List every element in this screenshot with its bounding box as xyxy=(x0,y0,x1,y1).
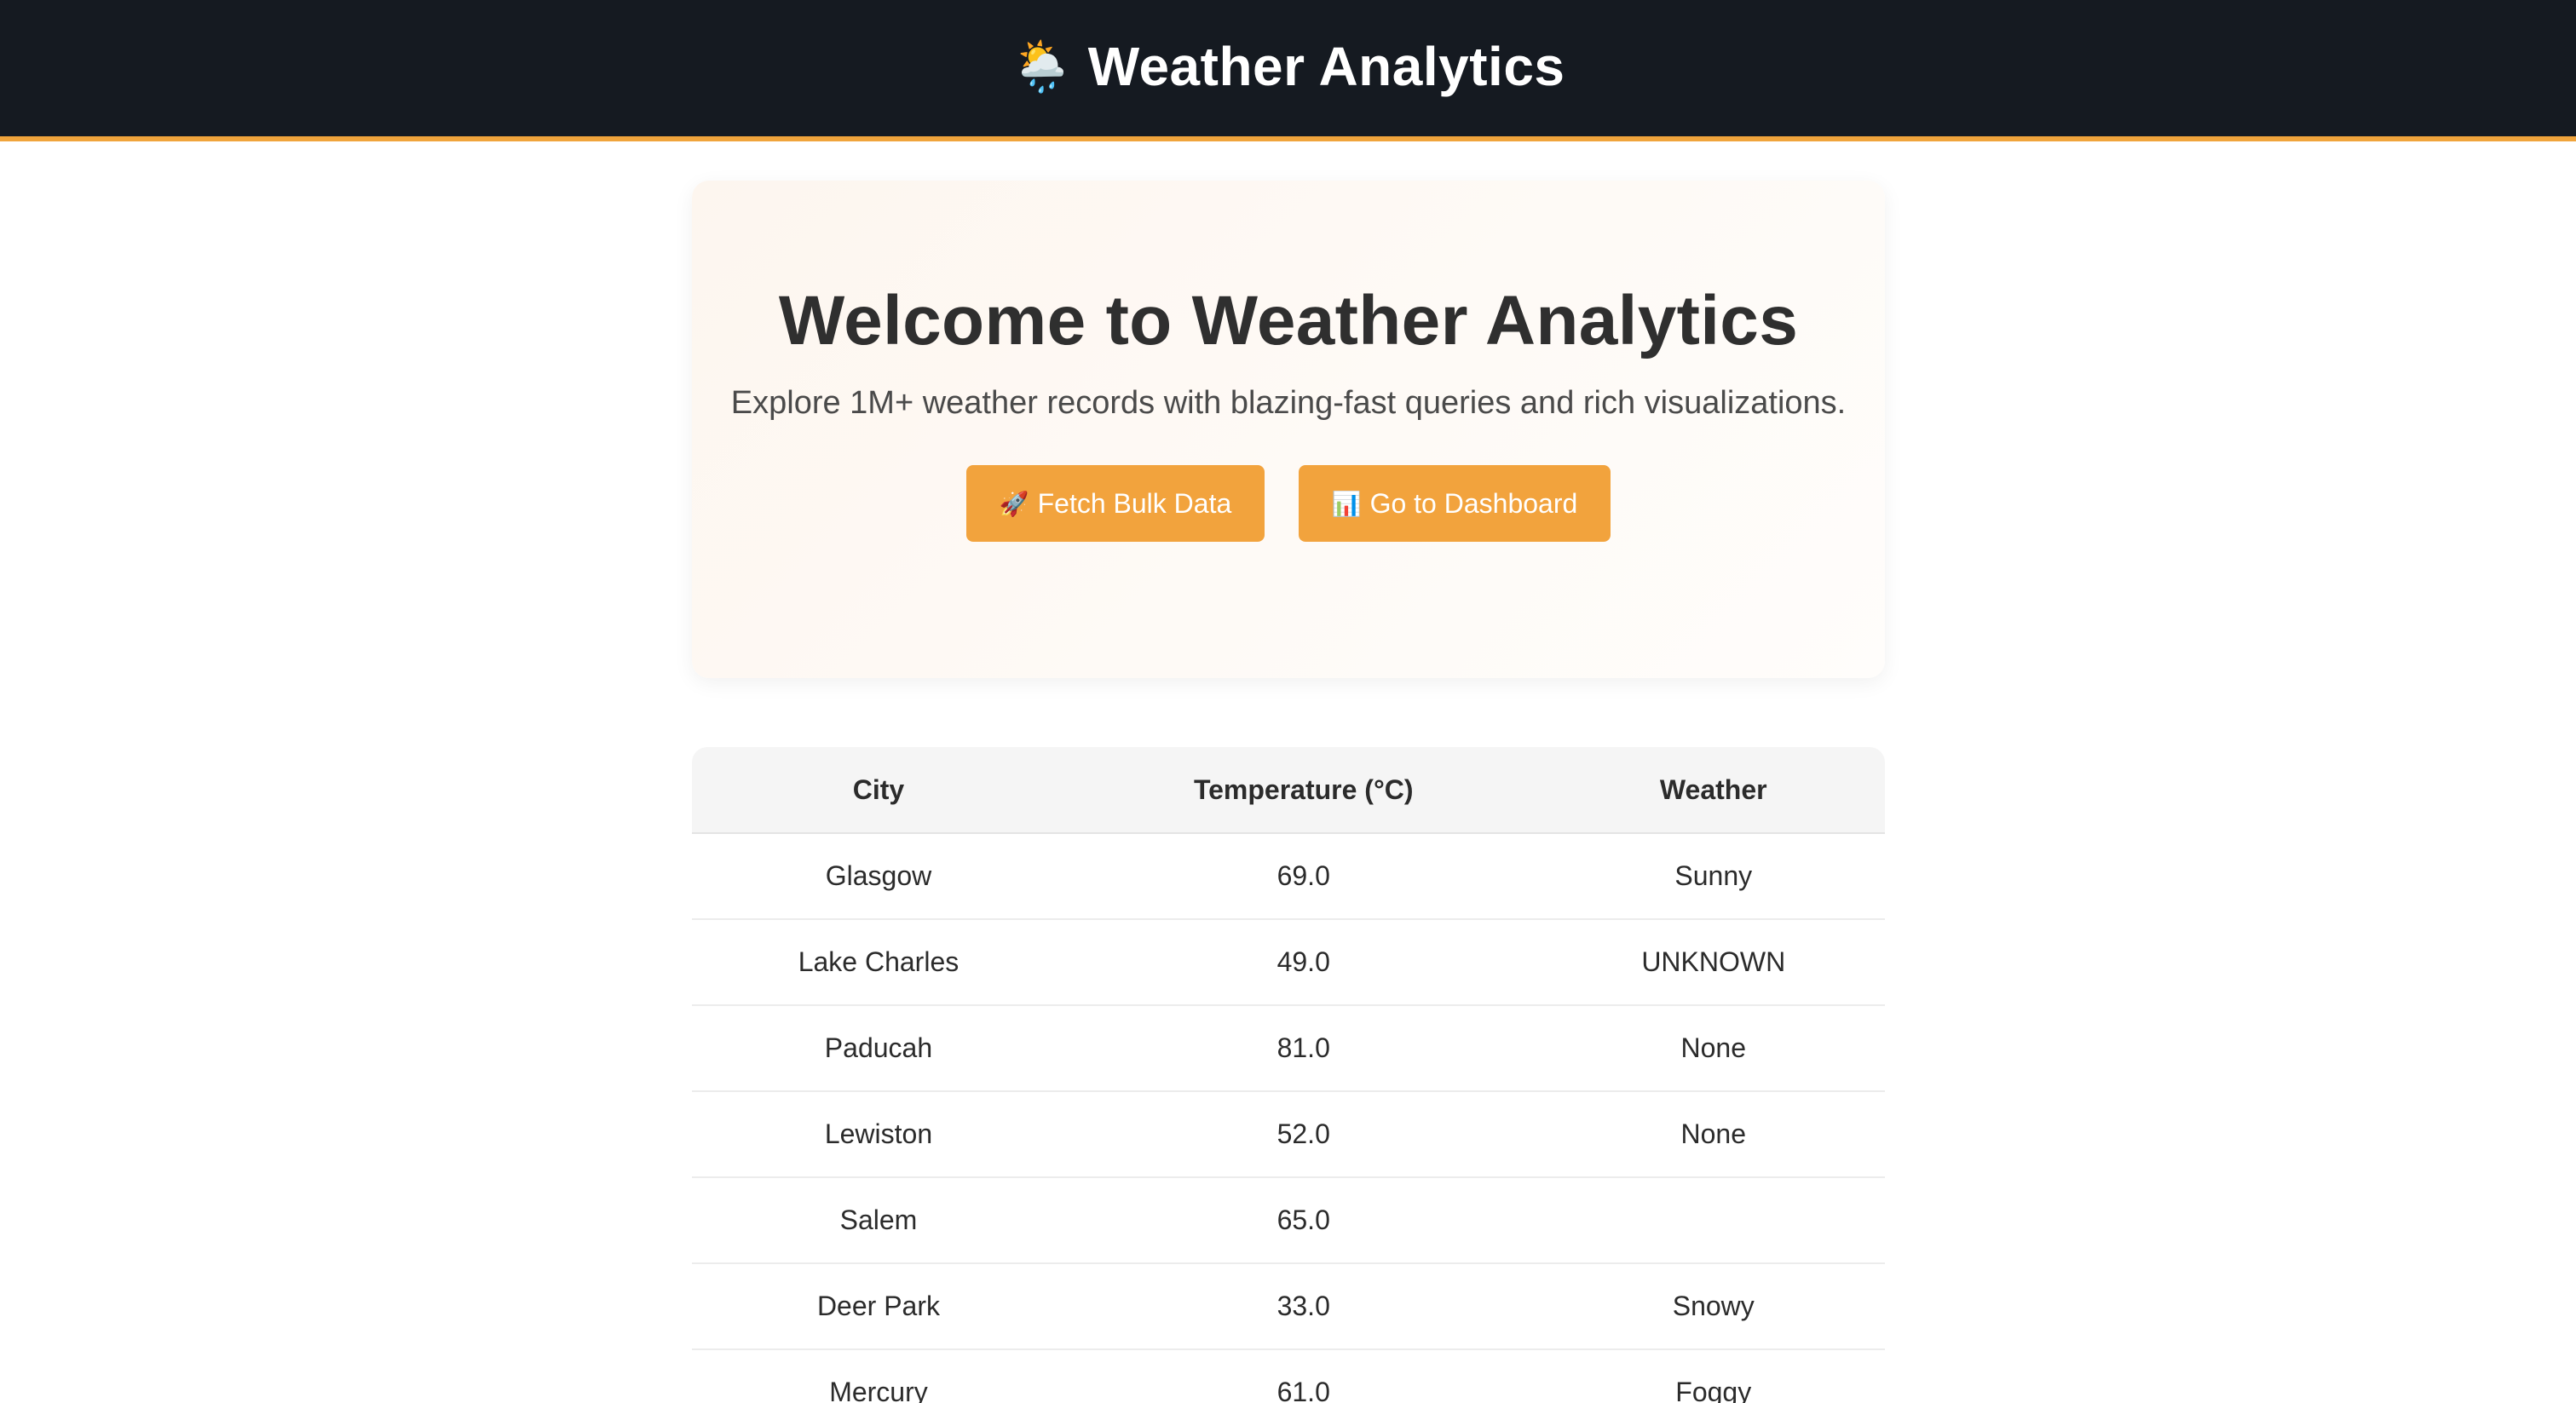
cell-weather: Sunny xyxy=(1542,833,1885,920)
weather-table-container[interactable]: City Temperature (°C) Weather Glasgow 69… xyxy=(692,747,1885,1403)
cell-weather xyxy=(1542,1177,1885,1264)
cell-temperature: 69.0 xyxy=(1064,833,1542,920)
cell-temperature: 52.0 xyxy=(1064,1091,1542,1178)
table-row: Salem 65.0 xyxy=(692,1177,1885,1264)
cell-city: Mercury xyxy=(692,1349,1065,1403)
cell-temperature: 33.0 xyxy=(1064,1263,1542,1350)
hero-heading: Welcome to Weather Analytics xyxy=(778,282,1799,359)
sun-behind-rain-cloud-icon: 🌦️ xyxy=(1011,37,1073,95)
app-title: Weather Analytics xyxy=(1087,36,1565,97)
hero-actions: 🚀 Fetch Bulk Data 📊 Go to Dashboard xyxy=(692,465,1885,542)
cell-temperature: 81.0 xyxy=(1064,1005,1542,1092)
go-to-dashboard-button[interactable]: 📊 Go to Dashboard xyxy=(1299,465,1611,542)
cell-weather: None xyxy=(1542,1091,1885,1178)
cell-city: Lake Charles xyxy=(692,919,1065,1006)
cell-temperature: 61.0 xyxy=(1064,1349,1542,1403)
top-navbar: 🌦️ Weather Analytics xyxy=(0,0,2576,141)
welcome-hero-card: Welcome to Weather Analytics Explore 1M+… xyxy=(692,181,1885,678)
weather-records-table: City Temperature (°C) Weather Glasgow 69… xyxy=(692,747,1885,1403)
cell-weather: UNKNOWN xyxy=(1542,919,1885,1006)
table-row: Paducah 81.0 None xyxy=(692,1005,1885,1092)
cell-city: Lewiston xyxy=(692,1091,1065,1178)
fetch-bulk-data-button[interactable]: 🚀 Fetch Bulk Data xyxy=(966,465,1265,542)
cell-weather: Foggy xyxy=(1542,1349,1885,1403)
table-row: Mercury 61.0 Foggy xyxy=(692,1349,1885,1403)
table-row: Deer Park 33.0 Snowy xyxy=(692,1263,1885,1350)
table-header-row: City Temperature (°C) Weather xyxy=(692,747,1885,834)
cell-city: Glasgow xyxy=(692,833,1065,920)
table-row: Glasgow 69.0 Sunny xyxy=(692,833,1885,920)
table-row: Lake Charles 49.0 UNKNOWN xyxy=(692,919,1885,1006)
cell-temperature: 65.0 xyxy=(1064,1177,1542,1264)
cell-weather: None xyxy=(1542,1005,1885,1092)
rocket-icon: 🚀 xyxy=(999,489,1029,518)
column-header-temperature[interactable]: Temperature (°C) xyxy=(1064,747,1542,834)
hero-subtitle: Explore 1M+ weather records with blazing… xyxy=(730,385,1847,421)
cell-weather: Snowy xyxy=(1542,1263,1885,1350)
table-row: Lewiston 52.0 None xyxy=(692,1091,1885,1178)
brand[interactable]: 🌦️ Weather Analytics xyxy=(1011,35,1565,98)
fetch-bulk-data-label: Fetch Bulk Data xyxy=(1037,487,1232,519)
cell-temperature: 49.0 xyxy=(1064,919,1542,1006)
go-to-dashboard-label: Go to Dashboard xyxy=(1369,487,1578,519)
cell-city: Paducah xyxy=(692,1005,1065,1092)
cell-city: Salem xyxy=(692,1177,1065,1264)
bar-chart-icon: 📊 xyxy=(1331,489,1362,518)
column-header-weather[interactable]: Weather xyxy=(1542,747,1885,834)
column-header-city[interactable]: City xyxy=(692,747,1065,834)
cell-city: Deer Park xyxy=(692,1263,1065,1350)
